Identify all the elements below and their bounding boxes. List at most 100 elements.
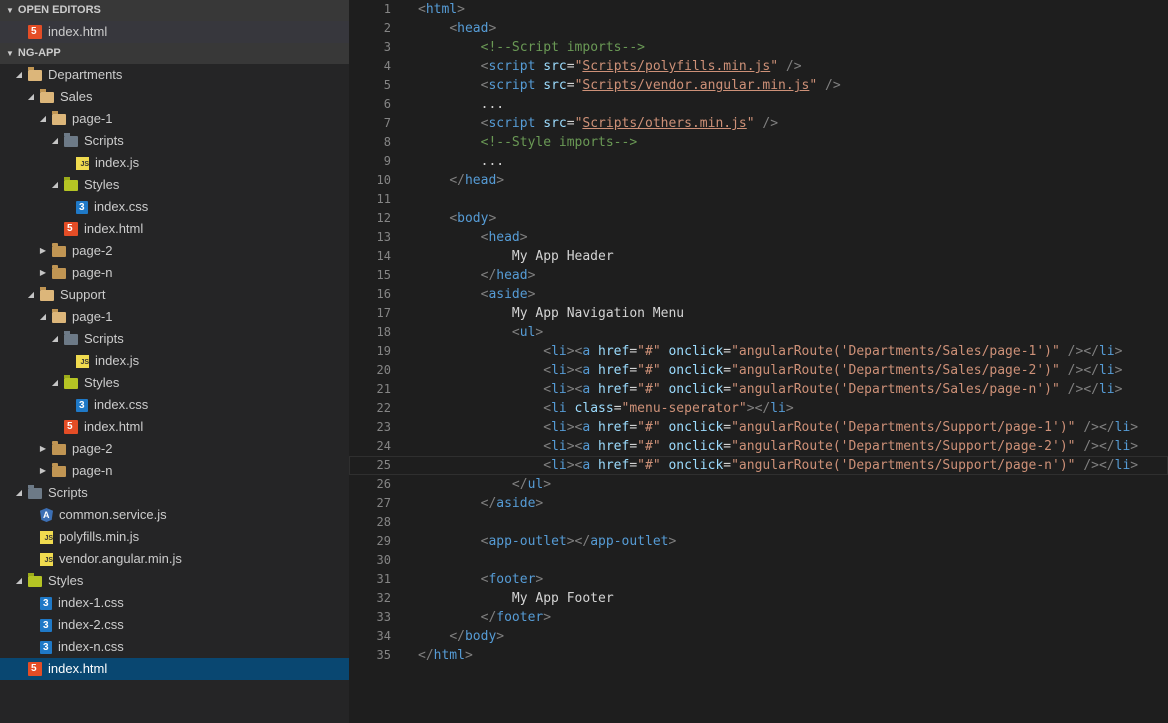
- line-number: 27: [376, 496, 391, 510]
- code-text: My App Navigation Menu: [418, 304, 684, 323]
- tree-item[interactable]: ▶ page-n: [0, 460, 349, 482]
- code-token: </: [418, 648, 434, 663]
- line-number: 15: [376, 268, 391, 282]
- tree-item[interactable]: vendor.angular.min.js: [0, 548, 349, 572]
- code-token: ": [770, 59, 779, 74]
- code-token: src: [543, 59, 567, 74]
- tree-item[interactable]: ◢ Styles: [0, 372, 349, 394]
- code-token: ...: [418, 154, 505, 169]
- code-token: href: [598, 382, 630, 397]
- line-number: 10: [376, 173, 391, 187]
- tree-item[interactable]: index.js: [0, 152, 349, 176]
- code-token: "#": [637, 439, 661, 454]
- code-token: "#": [637, 420, 661, 435]
- tree-item[interactable]: index.html: [0, 416, 349, 438]
- code-token: </: [511, 477, 528, 492]
- code-token: href: [598, 344, 630, 359]
- tree-item-label: common.service.js: [59, 507, 167, 522]
- code-token: =: [629, 363, 638, 378]
- tree-item[interactable]: ◢ Styles: [0, 570, 349, 592]
- code-token: >: [488, 21, 497, 36]
- line-number: 21: [376, 382, 391, 396]
- tree-item[interactable]: index.css: [0, 394, 349, 417]
- folder-open-icon: [52, 308, 66, 323]
- code-text: </body>: [418, 627, 504, 646]
- code-line: 16 <aside>: [349, 285, 1168, 304]
- project-title: NG-APP: [17, 47, 61, 59]
- code-token: >: [527, 268, 536, 283]
- code-text: <head>: [418, 19, 496, 38]
- code-token: =: [723, 420, 732, 435]
- code-token: <!--Script imports-->: [480, 40, 645, 55]
- code-token: ><: [566, 458, 583, 473]
- code-token: >: [519, 230, 528, 245]
- code-token: </: [480, 268, 497, 283]
- chevron-down-icon: ◢: [39, 114, 47, 123]
- tree-item[interactable]: index-n.css: [0, 636, 349, 659]
- code-token: <: [543, 382, 552, 397]
- tree-item[interactable]: index.js: [0, 350, 349, 374]
- folder-open-icon: [40, 88, 54, 103]
- code-line: 26 </ul>: [349, 475, 1168, 494]
- tree-item[interactable]: ◢ Scripts: [0, 130, 349, 152]
- project-header[interactable]: ▼ NG-APP: [0, 43, 349, 64]
- code-token: >: [496, 173, 505, 188]
- tree-item[interactable]: ◢ Styles: [0, 174, 349, 196]
- code-token: ><: [566, 420, 583, 435]
- tree-item[interactable]: ▶ page-2: [0, 240, 349, 262]
- tree-item[interactable]: index-1.css: [0, 592, 349, 615]
- tree-item[interactable]: index-2.css: [0, 614, 349, 637]
- line-number: 24: [376, 439, 391, 453]
- js-file-icon: [40, 528, 53, 550]
- code-line: 24 <li><a href="#" onclick="angularRoute…: [349, 437, 1168, 456]
- open-editors-header[interactable]: ▼ OPEN EDITORS: [0, 0, 349, 21]
- tree-item-label: Scripts: [84, 133, 124, 148]
- tree-item[interactable]: index.html: [0, 658, 349, 680]
- code-token: =: [613, 401, 622, 416]
- tree-item[interactable]: polyfills.min.js: [0, 526, 349, 550]
- tree-item[interactable]: ▶ page-n: [0, 262, 349, 284]
- tree-item[interactable]: ◢ Scripts: [0, 482, 349, 504]
- code-token: />: [825, 78, 841, 93]
- code-token: >: [535, 496, 544, 511]
- code-token: <: [543, 401, 552, 416]
- tree-item[interactable]: common.service.js: [0, 504, 349, 526]
- tree-item-label: index.js: [95, 155, 140, 170]
- chevron-right-icon: ▶: [39, 466, 47, 475]
- code-token: ></: [566, 534, 591, 549]
- tree-item-label: Support: [60, 287, 106, 302]
- tree-item[interactable]: ▶ page-2: [0, 438, 349, 460]
- code-text: <aside>: [418, 285, 536, 304]
- tree-item-label: vendor.angular.min.js: [59, 551, 182, 566]
- code-token: <: [543, 420, 552, 435]
- angular-file-icon: [40, 508, 53, 522]
- open-editor-item[interactable]: index.html: [0, 21, 349, 43]
- tree-item[interactable]: index.css: [0, 196, 349, 219]
- line-number: 4: [383, 59, 391, 73]
- html-file-icon: [64, 416, 78, 438]
- tree-item[interactable]: ◢ Support: [0, 284, 349, 306]
- tree-item[interactable]: ◢ page-1: [0, 108, 349, 130]
- code-editor[interactable]: 1 <html> 2 <head> 3 <!--Script imports--> 4 …: [349, 0, 1168, 723]
- scripts-folder-icon: [64, 330, 78, 345]
- tree-item[interactable]: ◢ Departments: [0, 64, 349, 86]
- code-line: 13 <head>: [349, 228, 1168, 247]
- css-file-icon: [40, 637, 52, 659]
- tree-item[interactable]: ◢ page-1: [0, 306, 349, 328]
- line-number: 11: [376, 192, 391, 206]
- code-line: 32 My App Footer: [349, 589, 1168, 608]
- line-number: 3: [383, 40, 391, 54]
- tree-item[interactable]: ◢ Sales: [0, 86, 349, 108]
- chevron-down-icon: ▼: [6, 6, 14, 15]
- code-token: onclick: [668, 344, 724, 359]
- code-token: >: [535, 325, 544, 340]
- tree-item[interactable]: ◢ Scripts: [0, 328, 349, 350]
- code-token: =: [723, 439, 732, 454]
- tree-item[interactable]: index.html: [0, 218, 349, 240]
